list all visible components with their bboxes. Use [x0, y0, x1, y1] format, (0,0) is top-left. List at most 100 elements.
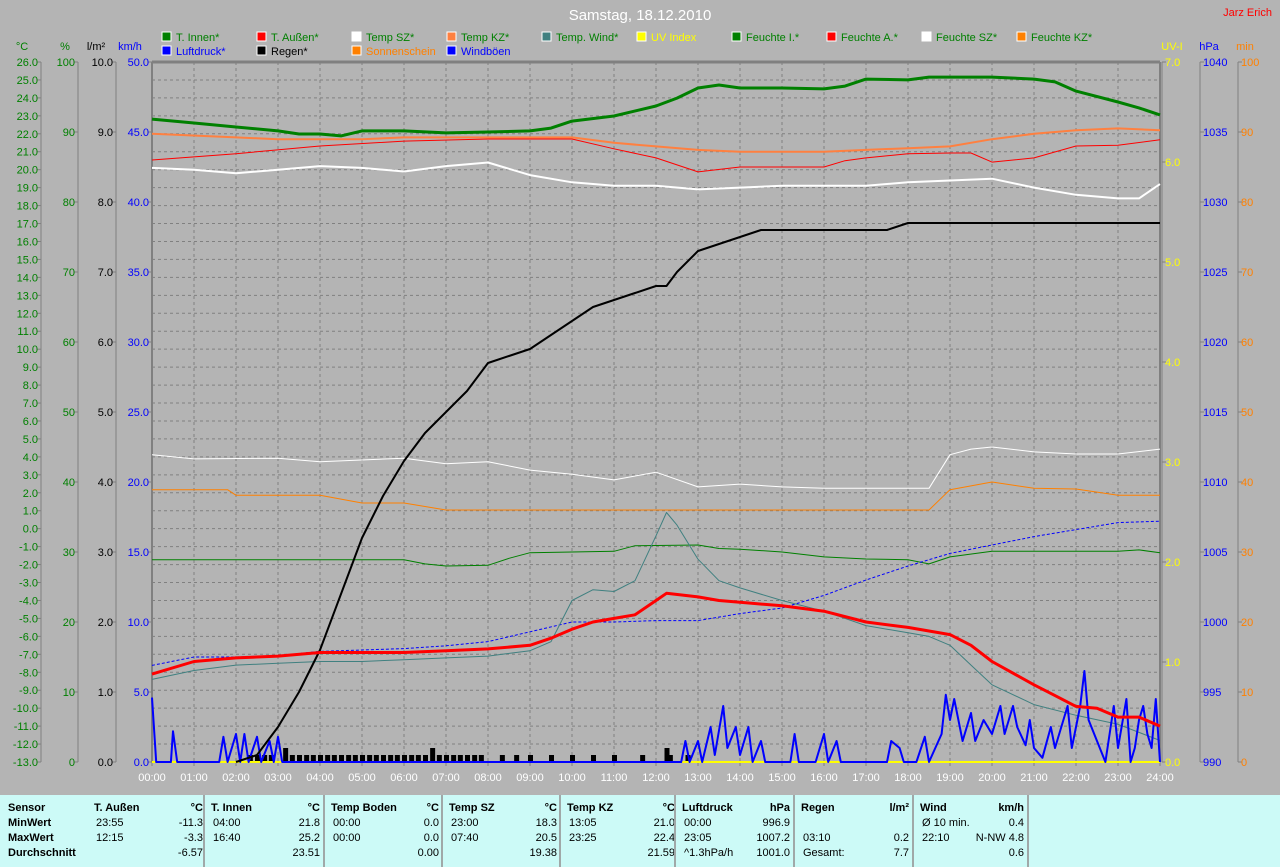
legend-item[interactable]: T. Innen* — [161, 31, 220, 44]
hpa-axis-unit: hPa — [1199, 41, 1219, 53]
percent-tick-label: 60 — [63, 337, 75, 349]
x-tick-label: 24:00 — [1146, 772, 1174, 784]
legend-item[interactable]: T. Außen* — [256, 31, 319, 44]
celsius-tick-label: 4.0 — [23, 452, 38, 464]
legend-item[interactable]: UV Index — [636, 31, 697, 44]
legend-item[interactable]: Temp SZ* — [351, 31, 415, 44]
legend-item[interactable]: Temp. Wind* — [541, 31, 619, 44]
legend-item[interactable]: Temp KZ* — [446, 31, 510, 44]
column-separator — [441, 795, 443, 867]
stat-value: -6.57 — [177, 847, 203, 859]
rain-bar — [472, 755, 478, 762]
rain-bar — [352, 755, 358, 762]
uv-tick-label: 0.0 — [1165, 757, 1180, 769]
rain-bar — [612, 755, 617, 762]
celsius-tick-label: 5.0 — [23, 434, 38, 446]
stat-value: 996.9 — [762, 817, 790, 829]
hpa-tick-label: 1035 — [1203, 127, 1227, 139]
uv-tick-label: 2.0 — [1165, 557, 1180, 569]
column-header: Luftdruck — [682, 802, 733, 814]
column-header: Temp KZ — [567, 802, 614, 814]
legend-swatch — [921, 31, 932, 42]
hpa-tick-label: 1030 — [1203, 197, 1227, 209]
x-tick-label: 12:00 — [642, 772, 670, 784]
column-separator — [559, 795, 561, 867]
celsius-tick-label: -8.0 — [19, 667, 38, 679]
stat-value: 25.2 — [298, 832, 320, 844]
celsius-tick-label: -7.0 — [19, 649, 38, 661]
rain-tick-label: 0.0 — [98, 757, 113, 769]
rain-tick-label: 6.0 — [98, 337, 113, 349]
celsius-tick-label: 24.0 — [17, 93, 38, 105]
stat-value: 0.0 — [423, 817, 439, 829]
stat-value: 0.0 — [423, 832, 439, 844]
kmh-tick-label: 15.0 — [128, 547, 149, 559]
x-tick-label: 07:00 — [432, 772, 460, 784]
legend-item[interactable]: Feuchte A.* — [826, 31, 899, 44]
legend-swatch — [731, 31, 742, 42]
column-unit: °C — [544, 802, 557, 814]
rain-bar — [297, 755, 302, 762]
legend-item[interactable]: Feuchte SZ* — [921, 31, 998, 44]
rain-bar — [402, 755, 407, 762]
rain-bar — [360, 755, 365, 762]
celsius-tick-label: 16.0 — [17, 236, 38, 248]
hpa-tick-label: 1040 — [1203, 57, 1227, 69]
legend-item[interactable]: Regen* — [256, 45, 308, 58]
x-tick-label: 06:00 — [390, 772, 418, 784]
minutes-tick-label: 70 — [1241, 267, 1253, 279]
kmh-tick-label: 10.0 — [128, 617, 149, 629]
column-unit: °C — [190, 802, 203, 814]
rain-bar — [570, 755, 575, 762]
rain-bar — [339, 755, 344, 762]
stat-value: 1001.0 — [756, 847, 790, 859]
legend-item[interactable]: Sonnenschein — [351, 45, 436, 58]
rain-tick-label: 4.0 — [98, 477, 113, 489]
uv-tick-label: 5.0 — [1165, 257, 1180, 269]
rain-bar — [591, 755, 596, 762]
rain-bar — [318, 755, 323, 762]
rain-tick-label: 2.0 — [98, 617, 113, 629]
legend-item[interactable]: Luftdruck* — [161, 45, 226, 58]
kmh-tick-label: 30.0 — [128, 337, 149, 349]
celsius-tick-label: 25.0 — [17, 75, 38, 87]
legend-label: Luftdruck* — [176, 46, 226, 58]
rain-bar — [394, 755, 400, 762]
x-tick-label: 17:00 — [852, 772, 880, 784]
rain-bar — [514, 755, 520, 762]
legend-item[interactable]: Feuchte KZ* — [1016, 31, 1093, 44]
weather-chart: Samstag, 18.12.2010 Jarz Erich °C -13.0 -1… — [13, 7, 1272, 784]
celsius-tick-label: -13.0 — [13, 757, 38, 769]
stat-time: 04:00 — [213, 817, 241, 829]
stat-value: 21.8 — [298, 817, 320, 829]
percent-tick-label: 20 — [63, 617, 75, 629]
celsius-tick-label: 11.0 — [17, 326, 38, 338]
rain-bar — [457, 755, 463, 762]
kmh-tick-label: 40.0 — [128, 197, 149, 209]
legend-swatch — [1016, 31, 1027, 42]
celsius-tick-label: 2.0 — [23, 488, 38, 500]
legend-label: Temp SZ* — [366, 32, 415, 44]
rain-bar — [310, 755, 316, 762]
celsius-tick-label: 21.0 — [17, 147, 38, 159]
uv-tick-label: 6.0 — [1165, 157, 1180, 169]
stat-time: 22:10 — [922, 832, 950, 844]
uv-axis-unit: UV-I — [1161, 41, 1182, 53]
legend-swatch — [541, 31, 552, 42]
rain-bar — [499, 755, 505, 762]
minutes-tick-label: 10 — [1241, 687, 1253, 699]
legend-label: T. Außen* — [271, 32, 319, 44]
rain-tick-label: 8.0 — [98, 197, 113, 209]
legend-item[interactable]: Feuchte I.* — [731, 31, 800, 44]
column-header: Temp SZ — [449, 802, 495, 814]
row-label: Durchschnitt — [8, 847, 76, 859]
celsius-tick-label: 18.0 — [17, 201, 38, 213]
minutes-tick-label: 90 — [1241, 127, 1253, 139]
hpa-tick-label: 1010 — [1203, 477, 1227, 489]
column-header: Regen — [801, 802, 835, 814]
rain-bar — [430, 748, 436, 762]
x-tick-label: 02:00 — [222, 772, 250, 784]
legend-item[interactable]: Windböen — [446, 45, 511, 58]
stat-value: 0.6 — [1008, 847, 1024, 859]
legend-label: T. Innen* — [176, 32, 220, 44]
